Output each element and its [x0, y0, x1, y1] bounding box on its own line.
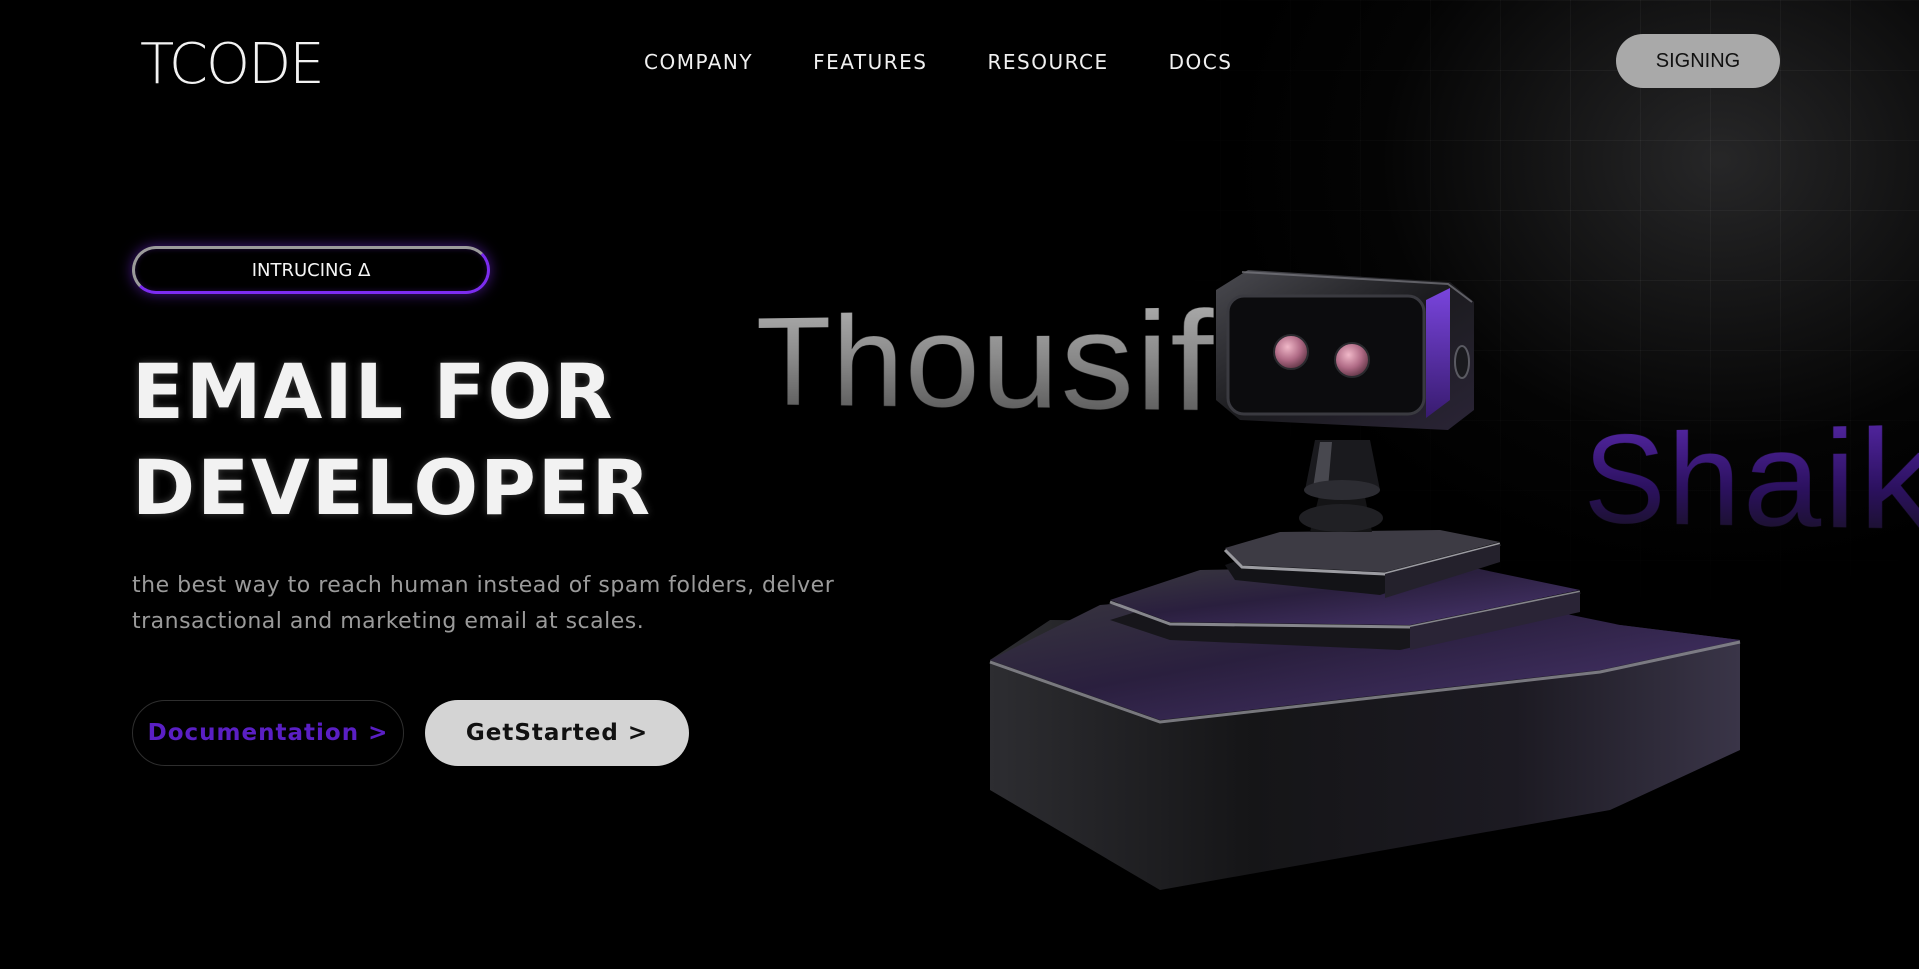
hero-title-line-1: EMAIL FOR: [132, 347, 615, 436]
landing-page: TCODE COMPANY FEATURES RESOURCE DOCS SIG…: [0, 0, 1919, 969]
signin-button[interactable]: SIGNING: [1616, 34, 1780, 88]
nav-item-features[interactable]: FEATURES: [813, 48, 927, 76]
robot-head: [1216, 270, 1474, 430]
nav-item-docs[interactable]: DOCS: [1169, 48, 1233, 76]
get-started-button[interactable]: GetStarted >: [425, 700, 689, 766]
intro-badge[interactable]: INTRUCING ∆: [132, 246, 490, 294]
pedestal-base: [989, 530, 1741, 890]
hero-description: the best way to reach human instead of s…: [132, 573, 835, 634]
nav-item-resource[interactable]: RESOURCE: [987, 48, 1108, 76]
brand-logo[interactable]: TCODE: [140, 30, 325, 100]
robot-neck: [1299, 440, 1383, 532]
main-nav: COMPANY FEATURES RESOURCE DOCS: [644, 48, 1292, 76]
hero-title-line-2: DEVELOPER: [132, 443, 653, 532]
hero-title: EMAIL FOR DEVELOPER: [132, 344, 652, 536]
robot-illustration: [989, 270, 1741, 890]
documentation-button[interactable]: Documentation >: [132, 700, 404, 766]
nav-item-company[interactable]: COMPANY: [644, 48, 753, 76]
